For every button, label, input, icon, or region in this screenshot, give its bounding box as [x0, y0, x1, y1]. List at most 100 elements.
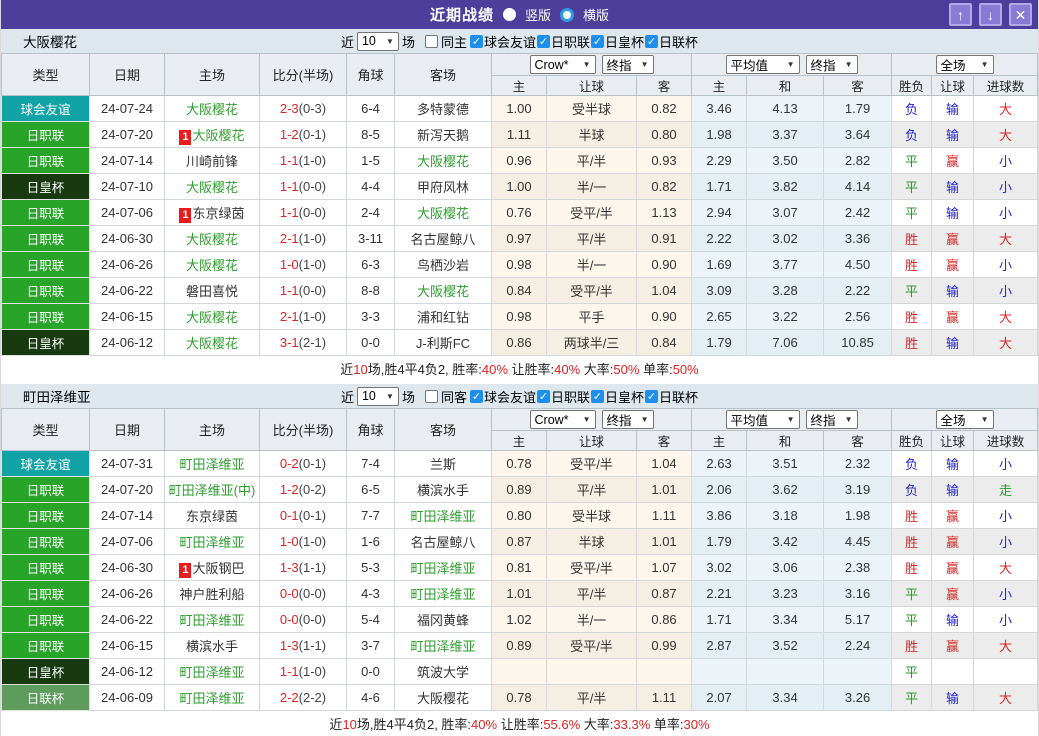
summary-stat-value: 50% [672, 362, 699, 377]
vertical-layout-radio[interactable] [502, 8, 516, 21]
cell-score: 1-3(1-1) [259, 632, 347, 659]
cell-result-goals: 大 [973, 554, 1038, 581]
summary-text: 近 [329, 717, 343, 732]
cell-result-winloss: 平 [891, 658, 933, 685]
horizontal-layout-radio[interactable] [560, 7, 574, 22]
cell-score: 1-2(0-2) [259, 476, 347, 503]
average-time-dropdown[interactable]: 终指 ▼ [805, 55, 858, 74]
cell-score: 2-2(2-2) [259, 684, 347, 711]
cell-home-team: 1 东京绿茵 [164, 199, 260, 226]
subcol-handicap-result: 让球 [931, 430, 975, 451]
cell-away-odds: 0.90 [635, 303, 693, 330]
competition-filter-checkbox[interactable]: ✓ [645, 34, 659, 48]
cell-home-odds: 0.76 [491, 199, 547, 226]
cell-home-team: 1 大阪樱花 [164, 121, 260, 148]
competition-filter-label: 日职联 [551, 389, 591, 405]
close-button[interactable]: ✕ [1009, 3, 1032, 26]
cell-result-goals: 大 [973, 684, 1038, 711]
odds-source-dropdown[interactable]: Crow* ▼ [529, 55, 596, 74]
period-dropdown[interactable]: 全场 ▼ [935, 55, 994, 74]
subcol-handicap-result: 让球 [931, 75, 975, 96]
summary-stat-value: 30% [683, 717, 710, 732]
chevron-down-icon: ▼ [582, 60, 591, 69]
subcol-goals: 进球数 [973, 75, 1038, 96]
cell-handicap: 受平/半 [546, 554, 637, 581]
cell-avg-draw: 3.37 [746, 121, 825, 148]
cell-corners: 5-3 [346, 554, 395, 581]
cell-date: 24-07-20 [89, 476, 165, 503]
move-down-button[interactable]: ↓ [979, 3, 1002, 26]
cell-avg-away: 4.50 [823, 251, 893, 278]
average-group-header: 平均值 ▼ 终指 ▼ [691, 53, 893, 76]
cell-away-team: 大阪樱花 [394, 277, 492, 304]
cell-score: 2-1(1-0) [259, 303, 347, 330]
chevron-down-icon: ▼ [844, 415, 853, 424]
competition-filter-checkbox[interactable]: ✓ [591, 34, 605, 48]
cell-avg-home: 3.02 [691, 554, 748, 581]
odds-time-dropdown[interactable]: 终指 ▼ [601, 410, 654, 429]
cell-avg-home: 3.09 [691, 277, 748, 304]
summary-text: 场,胜4平4负2, 胜率: [356, 717, 472, 732]
competition-filter-checkbox[interactable]: ✓ [591, 389, 605, 403]
period-dropdown[interactable]: 全场 ▼ [935, 410, 994, 429]
chevron-down-icon: ▼ [844, 60, 853, 69]
cell-home-odds: 0.86 [491, 329, 547, 356]
table-row: 日皇杯 24-07-10 大阪樱花 1-1(0-0) 4-4 甲府风林 1.00 半/一 0.8… [1, 173, 1038, 200]
cell-home-odds: 1.00 [491, 173, 547, 200]
cell-home-odds: 0.96 [491, 147, 547, 174]
cell-away-team: 大阪樱花 [394, 147, 492, 174]
cell-date: 24-06-12 [89, 658, 165, 685]
odds-source-dropdown[interactable]: Crow* ▼ [529, 410, 596, 429]
average-dropdown[interactable]: 平均值 ▼ [725, 410, 800, 429]
cell-corners: 6-3 [346, 251, 395, 278]
cell-result-handicap: 赢 [931, 580, 975, 607]
cell-date: 24-07-10 [89, 173, 165, 200]
cell-avg-away: 4.45 [823, 528, 893, 555]
cell-competition: 日职联 [1, 502, 90, 529]
cell-avg-draw: 3.18 [746, 502, 825, 529]
cell-avg-draw: 3.52 [746, 632, 825, 659]
average-dropdown[interactable]: 平均值 ▼ [725, 55, 800, 74]
subcol-avg-draw: 和 [746, 75, 825, 96]
table-row: 日皇杯 24-06-12 大阪樱花 3-1(2-1) 0-0 J-利斯FC 0.86 两球半/… [1, 329, 1038, 356]
competition-filter-label: 日联杯 [659, 389, 699, 405]
results-table-body: 球会友谊 24-07-31 町田泽维亚 0-2(0-1) 7-4 兰斯 0.78 受平/半 1.… [1, 450, 1038, 711]
cell-away-team: 浦和红钻 [394, 303, 492, 330]
cell-result-goals: 小 [973, 277, 1038, 304]
odds-time-dropdown[interactable]: 终指 ▼ [601, 55, 654, 74]
match-count-dropdown[interactable]: 10 ▼ [356, 31, 399, 51]
competition-filter-checkbox[interactable]: ✓ [537, 389, 550, 403]
cell-result-goals: 小 [973, 147, 1038, 174]
cell-result-winloss: 平 [891, 147, 933, 174]
cell-score: 1-0(1-0) [259, 528, 347, 555]
cell-avg-draw: 7.06 [746, 329, 825, 356]
cell-handicap: 平/半 [546, 580, 637, 607]
same-venue-checkbox[interactable] [424, 389, 438, 403]
cell-avg-draw: 3.07 [746, 199, 825, 226]
average-time-dropdown[interactable]: 终指 ▼ [805, 410, 858, 429]
cell-result-winloss: 胜 [891, 502, 933, 529]
competition-filter-checkbox[interactable]: ✓ [645, 389, 659, 403]
cell-avg-away: 3.26 [823, 684, 893, 711]
competition-filter-checkbox[interactable]: ✓ [469, 34, 483, 48]
subcol-win-loss: 胜负 [891, 430, 933, 451]
competition-filter-checkbox[interactable]: ✓ [469, 389, 483, 403]
cell-away-odds: 0.80 [635, 121, 693, 148]
competition-filter-checkbox[interactable]: ✓ [537, 34, 550, 48]
cell-handicap: 受半球 [546, 95, 637, 122]
cell-competition: 日皇杯 [1, 658, 90, 685]
cell-avg-home: 2.22 [691, 225, 748, 252]
cell-score: 0-1(0-1) [259, 502, 347, 529]
cell-home-team: 东京绿茵 [164, 502, 260, 529]
same-venue-checkbox[interactable] [424, 34, 438, 48]
cell-result-goals: 小 [973, 606, 1038, 633]
match-count-dropdown[interactable]: 10 ▼ [356, 386, 399, 406]
cell-home-team: 町田泽维亚 [164, 684, 260, 711]
cell-result-handicap: 赢 [931, 225, 975, 252]
competition-filter-label: 球会友谊 [483, 34, 536, 50]
results-table: 类型 日期 主场 比分(半场) 角球 客场 Crow* ▼ 终指 ▼ 平均值 ▼… [1, 53, 1038, 356]
cell-result-winloss: 平 [891, 277, 933, 304]
summary-stat-value: 10 [342, 717, 357, 732]
cell-away-odds: 0.86 [635, 606, 693, 633]
move-up-button[interactable]: ↑ [949, 3, 972, 26]
